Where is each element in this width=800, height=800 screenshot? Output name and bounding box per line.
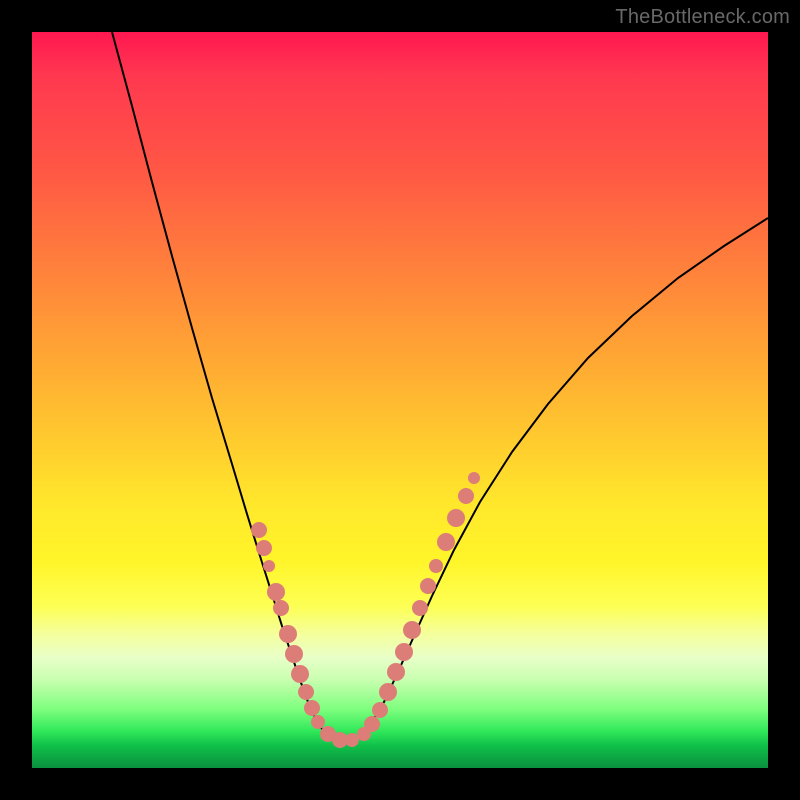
bead-left-4 — [273, 600, 289, 616]
bead-left-2 — [263, 560, 275, 572]
bead-left-0 — [251, 522, 267, 538]
bead-left-5 — [279, 625, 297, 643]
bead-right-6 — [403, 621, 421, 639]
bead-right-9 — [429, 559, 443, 573]
bead-right-10 — [437, 533, 455, 551]
bead-right-3 — [379, 683, 397, 701]
bead-right-8 — [420, 578, 436, 594]
bead-left-7 — [291, 665, 309, 683]
bead-right-1 — [364, 716, 380, 732]
bead-left-8 — [298, 684, 314, 700]
bead-left-1 — [256, 540, 272, 556]
bead-right-5 — [395, 643, 413, 661]
bead-right-2 — [372, 702, 388, 718]
bead-right-12 — [458, 488, 474, 504]
chart-plot-area — [32, 32, 768, 768]
bead-left-3 — [267, 583, 285, 601]
watermark-text: TheBottleneck.com — [615, 6, 790, 29]
bead-left-10 — [311, 715, 325, 729]
bead-left-9 — [304, 700, 320, 716]
chart-svg — [32, 32, 768, 768]
bead-right-13 — [468, 472, 480, 484]
bead-right-4 — [387, 663, 405, 681]
bead-left-13 — [345, 733, 359, 747]
chart-frame: TheBottleneck.com — [0, 0, 800, 800]
bead-group — [251, 472, 480, 748]
bead-right-11 — [447, 509, 465, 527]
curve-group — [112, 32, 768, 742]
bead-right-7 — [412, 600, 428, 616]
curve-right-curve — [362, 218, 768, 734]
bead-left-6 — [285, 645, 303, 663]
